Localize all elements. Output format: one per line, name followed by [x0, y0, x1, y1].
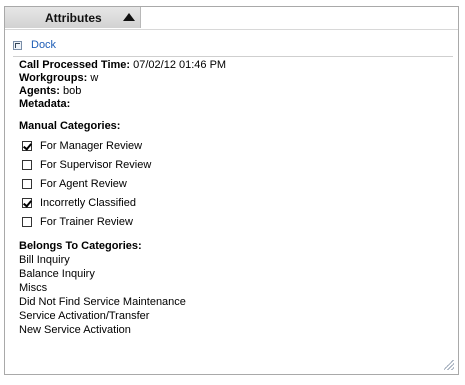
manual-category-label: Incorretly Classified — [40, 196, 136, 209]
call-processed-value: 07/02/12 01:46 PM — [133, 59, 227, 71]
resize-grip-icon[interactable] — [444, 360, 454, 370]
tab-attributes[interactable]: Attributes — [5, 7, 141, 28]
manual-category-item[interactable]: For Trainer Review — [22, 212, 449, 231]
workgroups-value: w — [90, 72, 99, 84]
tab-title: Attributes — [45, 11, 102, 25]
manual-category-item[interactable]: Incorretly Classified — [22, 193, 449, 212]
attributes-panel: Attributes Dock Call Processed Time: 07/… — [4, 6, 459, 375]
category-item: Service Activation/Transfer — [19, 310, 150, 322]
agents-value: bob — [63, 85, 82, 97]
manual-categories-heading: Manual Categories: — [19, 120, 121, 132]
manual-category-label: For Trainer Review — [40, 215, 133, 228]
category-item: Did Not Find Service Maintenance — [19, 296, 186, 308]
category-item: Bill Inquiry — [19, 254, 70, 266]
manual-category-item[interactable]: For Agent Review — [22, 174, 449, 193]
manual-category-item[interactable]: For Manager Review — [22, 136, 449, 155]
manual-category-label: For Agent Review — [40, 177, 127, 190]
call-processed-row: Call Processed Time: 07/02/12 01:46 PM — [19, 59, 449, 72]
category-item: New Service Activation — [19, 324, 131, 336]
agents-label: Agents: — [19, 85, 60, 97]
call-processed-label: Call Processed Time: — [19, 59, 131, 71]
dock-label: Dock — [31, 39, 57, 51]
dock-link[interactable]: Dock — [13, 38, 56, 52]
manual-category-checkbox[interactable] — [22, 216, 32, 227]
tab-strip: Attributes — [5, 7, 458, 30]
collapse-triangle-icon[interactable] — [123, 13, 135, 21]
attributes-content: Call Processed Time: 07/02/12 01:46 PM W… — [19, 59, 449, 337]
belongs-to-heading: Belongs To Categories: — [19, 240, 142, 252]
workgroups-row: Workgroups: w — [19, 72, 449, 85]
manual-category-checkbox[interactable] — [22, 140, 32, 151]
metadata-row: Metadata: — [19, 98, 449, 111]
category-item: Miscs — [19, 282, 48, 294]
manual-category-item[interactable]: For Supervisor Review — [22, 155, 449, 174]
agents-row: Agents: bob — [19, 85, 449, 98]
manual-category-checkbox[interactable] — [22, 178, 32, 189]
dock-icon — [13, 40, 22, 50]
metadata-label: Metadata: — [19, 98, 71, 110]
divider — [13, 56, 453, 57]
manual-category-label: For Supervisor Review — [40, 158, 152, 171]
manual-category-checkbox[interactable] — [22, 159, 32, 170]
category-item: Balance Inquiry — [19, 268, 95, 280]
manual-category-checkbox[interactable] — [22, 197, 32, 208]
workgroups-label: Workgroups: — [19, 72, 88, 84]
manual-category-label: For Manager Review — [40, 139, 143, 152]
